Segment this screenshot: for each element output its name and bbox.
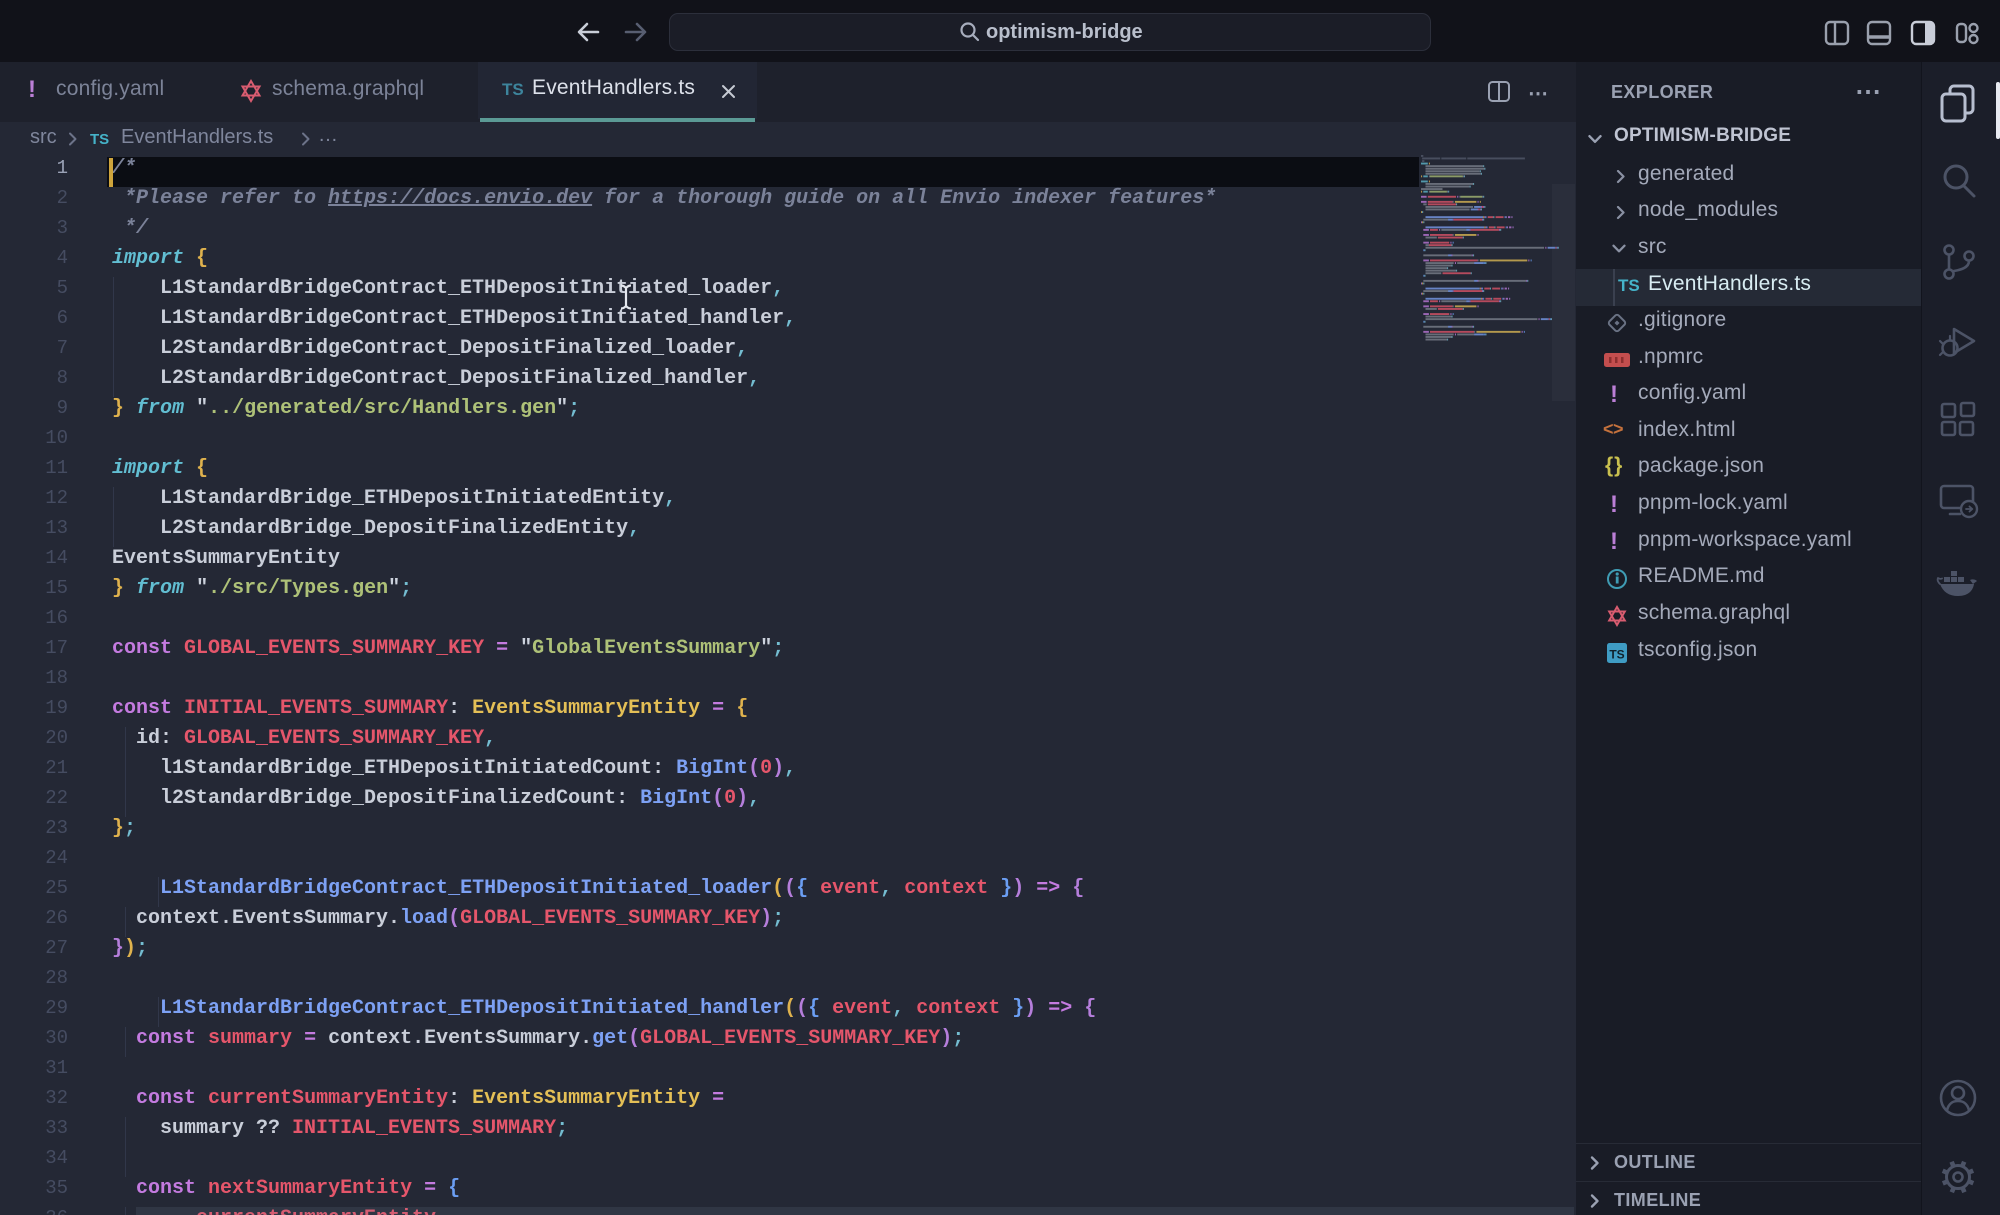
svg-text:TS: TS [1609, 648, 1624, 662]
